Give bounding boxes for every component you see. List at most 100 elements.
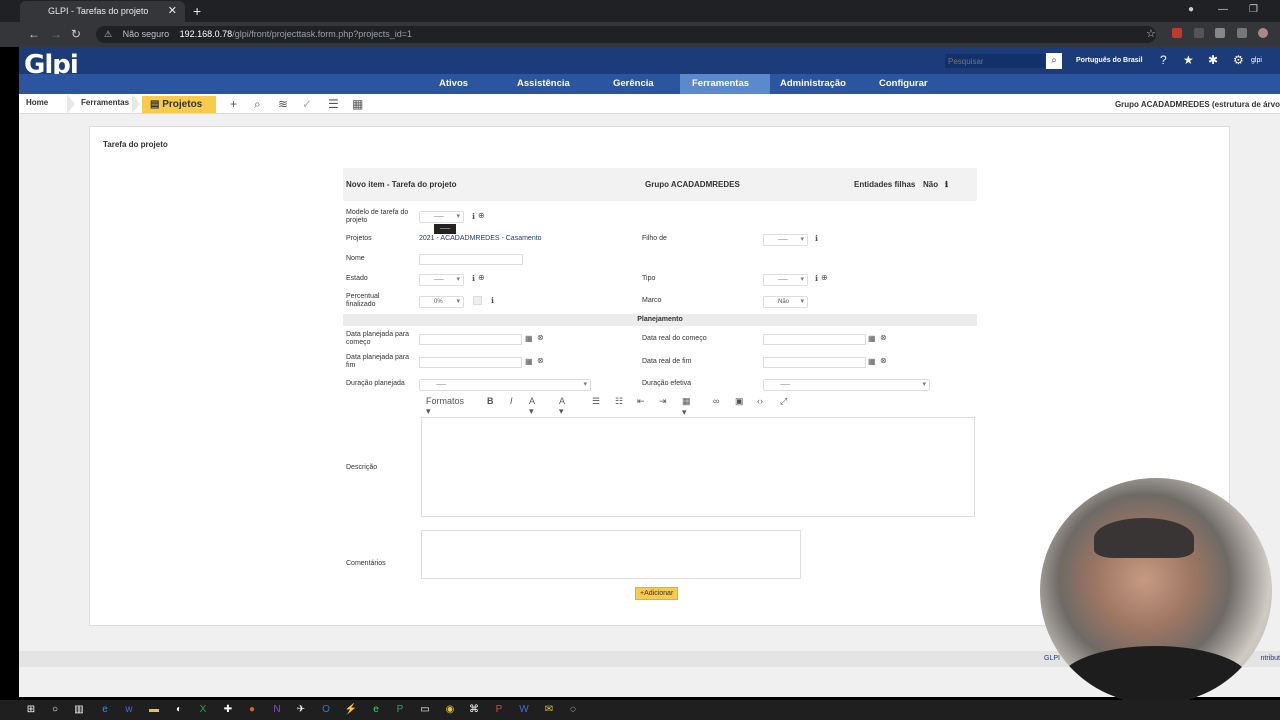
user-label[interactable]: glpi xyxy=(1251,57,1262,64)
info-icon[interactable]: ℹ xyxy=(491,296,494,305)
language-selector[interactable]: Português do Brasil xyxy=(1076,57,1143,64)
app-icon[interactable]: ● xyxy=(245,703,259,717)
app-icon[interactable]: ✉ xyxy=(542,703,556,717)
outdent-icon[interactable]: ⇤ xyxy=(637,396,645,407)
search-icon[interactable]: ⌕ xyxy=(1046,53,1062,69)
onenote-icon[interactable]: N xyxy=(270,703,284,717)
add-circle-icon[interactable]: ⊕ xyxy=(821,273,828,282)
percent-done-select[interactable]: 0% xyxy=(419,296,464,308)
template-select[interactable]: ----- xyxy=(419,211,464,223)
help-icon[interactable]: ? xyxy=(1160,53,1167,67)
menu-item-assistencia[interactable]: Assistência xyxy=(505,74,582,94)
state-select[interactable]: ----- xyxy=(419,274,464,286)
footer-contrib-link[interactable]: ntribut xyxy=(1261,655,1280,662)
windows-start-icon[interactable]: ⊞ xyxy=(24,703,38,717)
search-icon[interactable]: ⌕ xyxy=(254,97,261,112)
link-icon[interactable]: ∞ xyxy=(713,396,719,406)
breadcrumb-ferramentas[interactable]: Ferramentas xyxy=(81,98,129,107)
code-icon[interactable]: ‹› xyxy=(757,396,763,406)
clear-icon[interactable]: ⊗ xyxy=(537,356,544,365)
type-select[interactable]: ----- xyxy=(763,274,808,286)
clear-icon[interactable]: ⊗ xyxy=(880,333,887,342)
restore-icon[interactable]: ❐ xyxy=(1249,4,1258,15)
info-icon[interactable]: ℹ xyxy=(472,212,475,221)
info-icon[interactable]: ℹ xyxy=(472,274,475,283)
name-input[interactable] xyxy=(419,254,523,265)
app-icon[interactable]: ⚡ xyxy=(344,703,358,717)
reload-icon[interactable]: ↻ xyxy=(71,27,81,41)
background-color-icon[interactable]: A ▾ xyxy=(559,396,565,417)
add-button[interactable]: +Adicionar xyxy=(635,587,679,600)
child-of-select[interactable]: ----- xyxy=(763,234,808,246)
clear-icon[interactable]: ⊗ xyxy=(880,356,887,365)
text-color-icon[interactable]: A ▾ xyxy=(529,396,535,417)
outlook-icon[interactable]: O xyxy=(319,703,333,717)
word-icon[interactable]: W xyxy=(517,703,531,717)
real-end-input[interactable] xyxy=(763,357,866,368)
powerpoint-icon[interactable]: P xyxy=(492,703,506,717)
search-icon[interactable]: ○ xyxy=(48,703,62,717)
app-icon[interactable]: ⌘ xyxy=(467,703,481,717)
forward-icon[interactable]: → xyxy=(50,27,62,41)
calendar-icon[interactable]: ▦ xyxy=(525,334,533,343)
project-icon[interactable]: P xyxy=(393,703,407,717)
numbered-list-icon[interactable]: ☷ xyxy=(615,396,623,407)
search-input[interactable] xyxy=(945,54,1045,68)
comments-textarea[interactable] xyxy=(421,530,801,579)
back-icon[interactable]: ← xyxy=(28,27,40,41)
task-view-icon[interactable]: ▥ xyxy=(72,703,86,717)
edge-icon[interactable]: e xyxy=(98,703,112,717)
edge-icon[interactable]: e xyxy=(369,703,383,717)
real-start-input[interactable] xyxy=(763,334,866,345)
table-icon[interactable]: ▦ ▾ xyxy=(682,396,691,418)
add-circle-icon[interactable]: ⊕ xyxy=(478,211,485,220)
minimize-icon[interactable]: — xyxy=(1218,4,1228,15)
tab-close-icon[interactable]: ✕ xyxy=(168,1,177,22)
new-tab-icon[interactable]: + xyxy=(193,3,201,19)
app-icon[interactable]: ▭ xyxy=(418,703,432,717)
extension-icon[interactable] xyxy=(1172,28,1182,38)
planned-duration-select[interactable]: ----- xyxy=(419,379,591,391)
planned-end-input[interactable] xyxy=(419,357,522,368)
check-icon[interactable]: ✓ xyxy=(302,97,312,111)
url-field[interactable]: ⚠ Não seguro 192.168.0.78/glpi/front/pro… xyxy=(96,26,1156,43)
extension-icon[interactable] xyxy=(1194,28,1204,38)
info-icon[interactable]: ℹ xyxy=(945,180,948,189)
extension-icon[interactable] xyxy=(1215,28,1225,38)
image-icon[interactable]: ▣ xyxy=(735,396,744,407)
entity-label[interactable]: Grupo ACADADMREDES (estrutura de árvo xyxy=(1115,100,1280,109)
word-icon[interactable]: w xyxy=(122,703,136,717)
formats-dropdown[interactable]: Formatos ▾ xyxy=(426,396,464,417)
milestone-select[interactable]: Não xyxy=(763,296,808,308)
indent-icon[interactable]: ⇥ xyxy=(659,396,667,407)
clear-icon[interactable]: ⊗ xyxy=(537,333,544,342)
info-icon[interactable]: ℹ xyxy=(815,274,818,283)
bookmark-star-icon[interactable]: ☆ xyxy=(1146,27,1156,40)
folder-icon[interactable]: ▬ xyxy=(147,703,161,717)
calendar-icon[interactable]: ▦ xyxy=(868,334,876,343)
planned-start-input[interactable] xyxy=(419,334,522,345)
app-icon[interactable]: ◐ xyxy=(172,703,186,717)
app-icon[interactable]: ✈ xyxy=(294,703,308,717)
panel-title[interactable]: Tarefa do projeto xyxy=(103,140,168,149)
list-icon[interactable]: ☰ xyxy=(328,97,339,111)
project-link[interactable]: 2021 - ACADADMREDES - Casamento xyxy=(419,235,542,242)
info-icon[interactable]: ℹ xyxy=(815,234,818,243)
calendar-icon[interactable]: ▦ xyxy=(525,357,533,366)
layers-icon[interactable]: ≋ xyxy=(278,97,288,111)
app-icon[interactable]: ✚ xyxy=(221,703,235,717)
italic-icon[interactable]: I xyxy=(510,396,513,406)
bullet-list-icon[interactable]: ☰ xyxy=(592,396,600,407)
menu-item-configurar[interactable]: Configurar xyxy=(867,74,940,94)
excel-icon[interactable]: X xyxy=(196,703,210,717)
avatar[interactable] xyxy=(1258,28,1268,38)
chrome-icon[interactable]: ◉ xyxy=(443,703,457,717)
favorite-star-icon[interactable]: ★ xyxy=(1183,53,1194,67)
calendar-icon[interactable]: ▦ xyxy=(868,357,876,366)
menu-item-ativos[interactable]: Ativos xyxy=(427,74,480,94)
bold-icon[interactable]: B xyxy=(487,396,494,406)
description-editor[interactable] xyxy=(421,417,975,517)
browser-tab[interactable]: GLPI - Tarefas do projeto ✕ xyxy=(20,1,185,22)
app-icon[interactable]: ◌ xyxy=(566,703,580,717)
menu-item-ferramentas[interactable]: Ferramentas xyxy=(680,74,770,94)
